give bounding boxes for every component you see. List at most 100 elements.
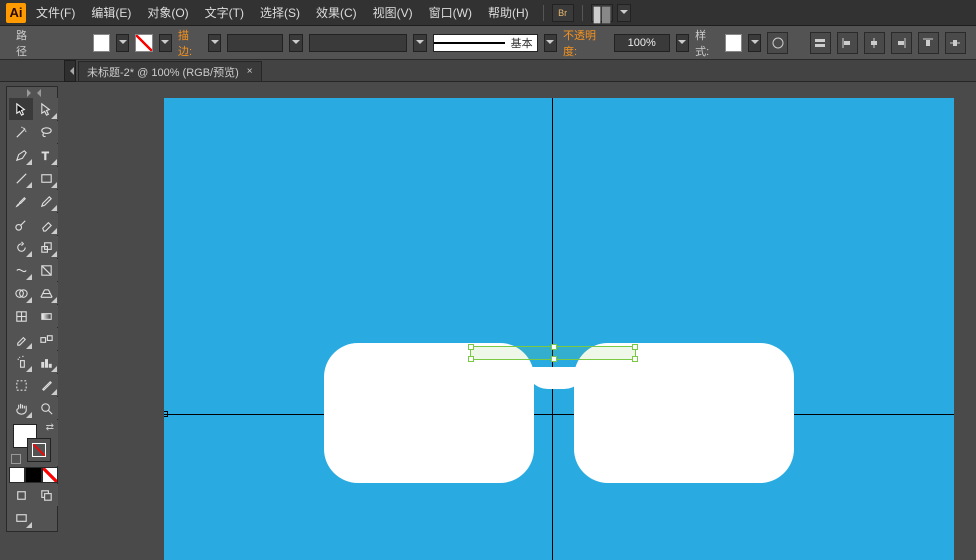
eraser-tool[interactable] [34, 213, 58, 235]
arrange-documents-button[interactable] [591, 4, 613, 22]
pencil-tool[interactable] [34, 190, 58, 212]
fill-swatch[interactable] [93, 34, 110, 52]
stroke-swatch[interactable] [135, 34, 152, 52]
align-center-h-button[interactable] [864, 32, 885, 54]
opacity-label: 不透明度: [563, 27, 608, 59]
direct-selection-tool[interactable] [34, 98, 58, 120]
artboard [164, 98, 954, 560]
align-right-button[interactable] [891, 32, 912, 54]
recolor-artwork-button[interactable] [767, 32, 788, 54]
fill-stroke-control[interactable]: ⇄ [9, 420, 58, 466]
default-fill-stroke-icon[interactable] [11, 454, 21, 464]
menu-edit[interactable]: 编辑(E) [85, 2, 137, 23]
separator [582, 5, 583, 21]
selection-bounding-box[interactable] [470, 346, 636, 360]
width-tool[interactable] [9, 259, 33, 281]
magic-wand-tool[interactable] [9, 121, 33, 143]
selection-handle[interactable] [632, 344, 638, 350]
hand-tool[interactable] [9, 397, 33, 419]
guide-vertical[interactable] [552, 98, 553, 560]
paintbrush-tool[interactable] [9, 190, 33, 212]
bridge-button[interactable]: Br [552, 4, 574, 22]
workspace [74, 82, 968, 557]
menu-view[interactable]: 视图(V) [367, 2, 419, 23]
variable-width-profile[interactable] [309, 34, 408, 52]
draw-behind-button[interactable] [34, 484, 58, 506]
scale-tool[interactable] [34, 236, 58, 258]
menu-object[interactable]: 对象(O) [141, 2, 194, 23]
glasses-left-lens[interactable] [324, 343, 534, 483]
stroke-weight-dropdown[interactable] [289, 34, 302, 52]
brush-definition[interactable]: 基本 [433, 34, 538, 52]
tools-panel-grip[interactable] [9, 89, 58, 97]
fill-dropdown[interactable] [116, 34, 129, 52]
color-mode-row [9, 467, 58, 483]
slice-tool[interactable] [34, 374, 58, 396]
stroke-weight-down[interactable] [208, 34, 221, 52]
stroke-label: 描边: [178, 27, 202, 59]
close-tab-button[interactable]: × [247, 66, 253, 77]
selection-handle[interactable] [468, 356, 474, 362]
rectangle-tool[interactable] [34, 167, 58, 189]
artboard-tool[interactable] [9, 374, 33, 396]
type-tool[interactable]: T [34, 144, 58, 166]
document-tab-title: 未标题-2* @ 100% (RGB/预览) [87, 64, 239, 80]
align-top-button[interactable] [918, 32, 939, 54]
panel-collapse-toggle[interactable] [64, 60, 76, 82]
opacity-dropdown[interactable] [676, 34, 689, 52]
selection-tool[interactable] [9, 98, 33, 120]
color-mode-gradient[interactable] [25, 467, 41, 483]
column-graph-tool[interactable] [34, 351, 58, 373]
brush-dropdown[interactable] [544, 34, 557, 52]
graphic-style-swatch[interactable] [725, 34, 742, 52]
document-tab[interactable]: 未标题-2* @ 100% (RGB/预览) × [78, 61, 262, 81]
free-transform-tool[interactable] [34, 259, 58, 281]
align-panel-button[interactable] [810, 32, 831, 54]
arrange-documents-dropdown[interactable] [617, 4, 631, 22]
shape-builder-tool[interactable] [9, 282, 33, 304]
menu-effect[interactable]: 效果(C) [310, 2, 363, 23]
gradient-tool[interactable] [34, 305, 58, 327]
screen-mode-button[interactable] [9, 507, 33, 529]
ruler-origin-mark [164, 411, 168, 417]
menu-help[interactable]: 帮助(H) [482, 2, 535, 23]
symbol-sprayer-tool[interactable] [9, 351, 33, 373]
line-segment-tool[interactable] [9, 167, 33, 189]
eyedropper-tool[interactable] [9, 328, 33, 350]
mesh-tool[interactable] [9, 305, 33, 327]
menu-type[interactable]: 文字(T) [199, 2, 250, 23]
stroke-weight-input[interactable] [227, 34, 283, 52]
app-logo: Ai [6, 3, 26, 23]
selection-handle[interactable] [468, 344, 474, 350]
separator [543, 5, 544, 21]
variable-width-dropdown[interactable] [413, 34, 426, 52]
pen-tool[interactable] [9, 144, 33, 166]
selection-handle[interactable] [551, 344, 557, 350]
graphic-style-dropdown[interactable] [748, 34, 761, 52]
blend-tool[interactable] [34, 328, 58, 350]
align-center-v-button[interactable] [945, 32, 966, 54]
selection-handle[interactable] [551, 356, 557, 362]
menu-file[interactable]: 文件(F) [30, 2, 81, 23]
blob-brush-tool[interactable] [9, 213, 33, 235]
swap-fill-stroke-icon[interactable]: ⇄ [46, 422, 54, 433]
menu-window[interactable]: 窗口(W) [423, 2, 478, 23]
stroke-color-swatch[interactable] [27, 438, 51, 462]
document-tab-bar: 未标题-2* @ 100% (RGB/预览) × [0, 60, 976, 82]
selection-type-label: 路径 [10, 25, 43, 61]
color-mode-none[interactable] [42, 467, 58, 483]
align-left-button[interactable] [837, 32, 858, 54]
style-label: 样式: [695, 27, 719, 59]
color-mode-solid[interactable] [9, 467, 25, 483]
glasses-right-lens[interactable] [574, 343, 794, 483]
canvas[interactable] [164, 98, 954, 560]
rotate-tool[interactable] [9, 236, 33, 258]
lasso-tool[interactable] [34, 121, 58, 143]
stroke-dropdown[interactable] [159, 34, 172, 52]
draw-normal-button[interactable] [9, 484, 33, 506]
menu-select[interactable]: 选择(S) [254, 2, 306, 23]
zoom-tool[interactable] [34, 397, 58, 419]
perspective-grid-tool[interactable] [34, 282, 58, 304]
opacity-input[interactable] [614, 34, 670, 52]
selection-handle[interactable] [632, 356, 638, 362]
